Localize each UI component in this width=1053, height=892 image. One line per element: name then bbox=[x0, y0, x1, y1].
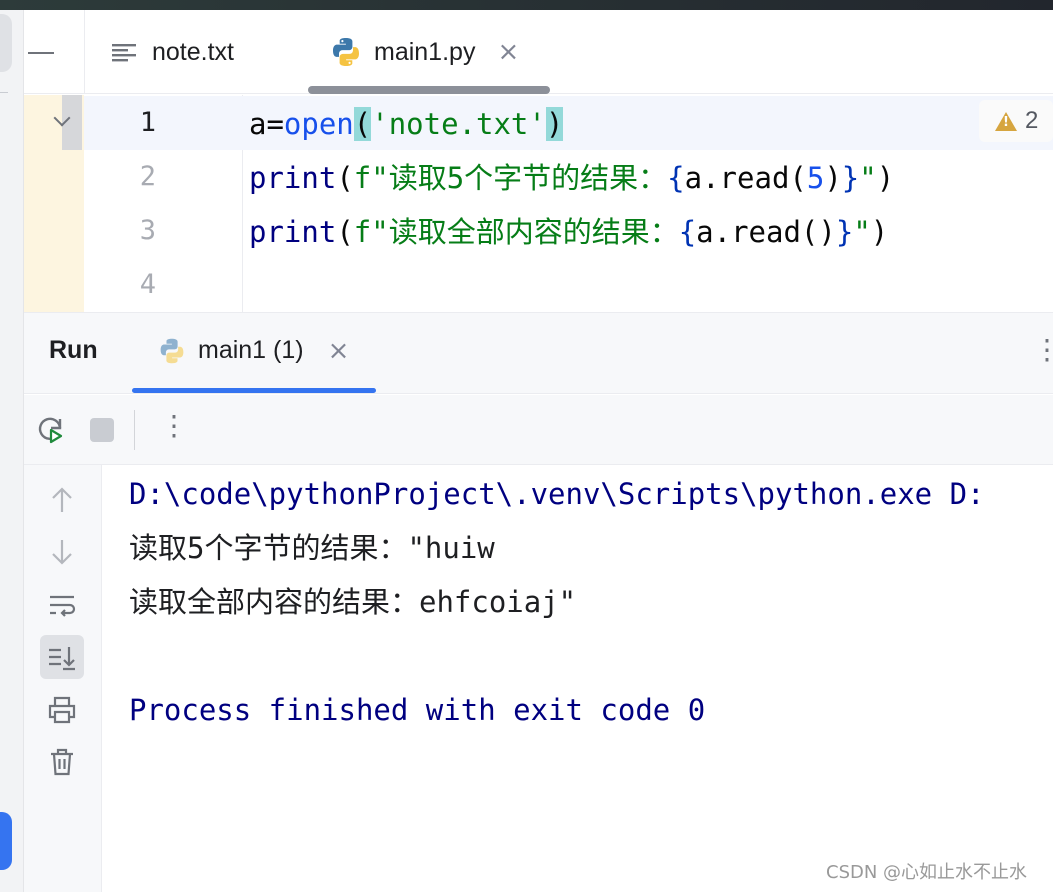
current-line-highlight bbox=[84, 96, 1053, 150]
run-tab-main1[interactable]: main1 (1) × bbox=[158, 336, 349, 365]
toolbar-separator bbox=[134, 410, 135, 450]
print-button[interactable] bbox=[40, 688, 84, 732]
code-token: ) bbox=[876, 161, 895, 195]
line-number: 2 bbox=[139, 161, 156, 192]
code-token: open bbox=[283, 107, 354, 141]
code-token: " bbox=[853, 215, 871, 249]
soft-wrap-button[interactable] bbox=[40, 583, 84, 627]
code-token: f"读取全部内容的结果： bbox=[353, 215, 679, 249]
run-title: Run bbox=[49, 336, 98, 364]
tab-main1-py[interactable]: main1.py × bbox=[330, 10, 519, 94]
code-token: 5 bbox=[806, 161, 825, 195]
stop-icon[interactable] bbox=[90, 418, 114, 442]
strip-divider bbox=[0, 92, 8, 93]
left-tool-strip bbox=[0, 10, 24, 892]
active-tab-indicator bbox=[308, 86, 550, 94]
warning-count: 2 bbox=[1025, 107, 1039, 134]
code-token: a= bbox=[249, 107, 284, 141]
python-icon bbox=[333, 38, 359, 66]
code-token: ) bbox=[824, 161, 842, 195]
tab-label: note.txt bbox=[152, 37, 234, 66]
code-token: { bbox=[667, 161, 685, 195]
tab-note-txt[interactable]: note.txt bbox=[108, 10, 234, 94]
tab-divider bbox=[84, 10, 85, 94]
tool-window-button-top[interactable] bbox=[0, 14, 12, 72]
code-line[interactable]: print(f"读取5个字节的结果：{a.read(5)}") bbox=[249, 151, 894, 205]
console-line: D:\code\pythonProject\.venv\Scripts\pyth… bbox=[129, 477, 985, 511]
window-top-bar bbox=[0, 0, 1053, 10]
code-token: ) bbox=[545, 107, 564, 141]
close-icon[interactable]: × bbox=[497, 39, 519, 65]
console-line: 读取全部内容的结果：ehfcoiaj" bbox=[129, 585, 577, 619]
python-icon bbox=[160, 338, 184, 363]
code-line[interactable]: print(f"读取全部内容的结果：{a.read()}") bbox=[249, 205, 888, 259]
more-options-icon[interactable]: ⋮ bbox=[160, 412, 188, 440]
scroll-up-button[interactable] bbox=[40, 478, 84, 522]
tool-window-button-active[interactable] bbox=[0, 812, 12, 870]
printer-icon bbox=[48, 696, 76, 724]
code-token: ) bbox=[870, 215, 889, 249]
code-token: 'note.txt' bbox=[371, 107, 546, 141]
console-line: 读取5个字节的结果："huiw bbox=[129, 531, 495, 565]
arrow-down-icon bbox=[52, 540, 72, 565]
code-token: a.read( bbox=[684, 161, 807, 195]
code-token: } bbox=[841, 161, 860, 195]
run-tab-label: main1 (1) bbox=[198, 336, 304, 364]
code-token: ( bbox=[336, 215, 354, 249]
code-token: } bbox=[835, 215, 854, 249]
code-token: { bbox=[678, 215, 697, 249]
inspection-widget[interactable]: 2 bbox=[979, 100, 1053, 142]
code-token: ( bbox=[336, 161, 354, 195]
minimize-icon[interactable] bbox=[28, 52, 54, 54]
watermark: CSDN @心如止水不止水 bbox=[826, 862, 1028, 883]
arrow-up-icon bbox=[52, 487, 72, 512]
more-options-icon[interactable]: ⋮ bbox=[1033, 336, 1053, 364]
warning-icon bbox=[995, 111, 1017, 131]
console-line: Process finished with exit code 0 bbox=[129, 693, 706, 727]
code-token: f"读取5个字节的结果： bbox=[353, 161, 668, 195]
code-token: print bbox=[249, 215, 337, 249]
scroll-to-end-icon bbox=[49, 647, 75, 671]
text-file-icon bbox=[112, 44, 136, 62]
trash-icon bbox=[51, 748, 73, 776]
code-line[interactable]: a=open('note.txt') bbox=[249, 97, 564, 151]
code-token: a.read() bbox=[696, 215, 836, 249]
soft-wrap-icon bbox=[50, 595, 76, 617]
scroll-down-button[interactable] bbox=[40, 530, 84, 574]
rerun-icon[interactable] bbox=[35, 415, 65, 445]
scroll-to-end-button[interactable] bbox=[40, 635, 84, 679]
tab-label: main1.py bbox=[374, 37, 476, 66]
line-number: 3 bbox=[139, 215, 156, 246]
active-run-tab-indicator bbox=[132, 388, 376, 393]
line-number: 4 bbox=[139, 269, 156, 300]
code-token: print bbox=[249, 161, 337, 195]
clear-all-button[interactable] bbox=[40, 740, 84, 784]
close-icon[interactable]: × bbox=[328, 338, 350, 364]
code-token: " bbox=[859, 161, 877, 195]
line-number: 1 bbox=[139, 107, 156, 138]
code-token: ( bbox=[353, 107, 372, 141]
